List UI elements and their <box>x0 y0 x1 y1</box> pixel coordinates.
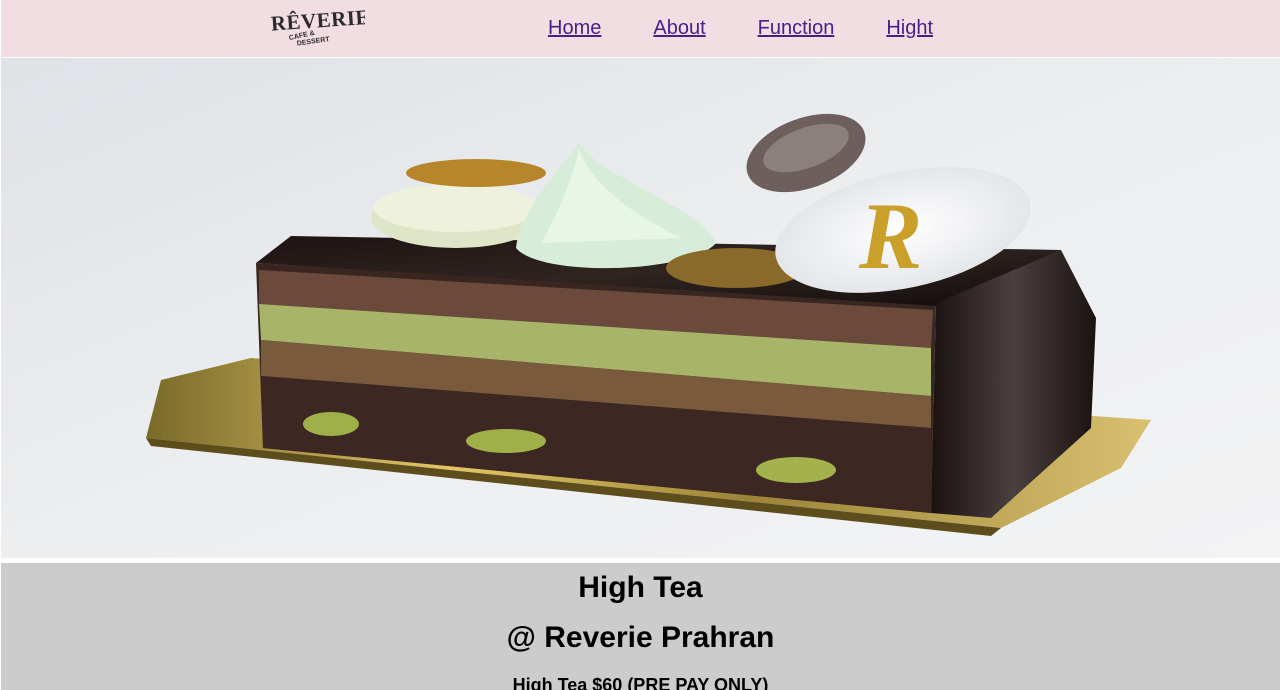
price-line: High Tea $60 (PRE PAY ONLY) <box>512 675 769 690</box>
navbar: RÊVERIE CAFE & DESSERT Home About Functi… <box>1 0 1280 57</box>
plaque-letter: R <box>858 183 922 289</box>
page-title: High Tea <box>578 571 703 604</box>
nav-function-link[interactable]: Function <box>758 16 835 40</box>
hero-banner: R <box>1 58 1280 558</box>
location-heading: @ Reverie Prahran <box>506 621 775 654</box>
info-section: High Tea @ Reverie Prahran High Tea $60 … <box>1 563 1280 690</box>
main-nav: Home About Function Hight <box>548 16 985 40</box>
nav-home-link[interactable]: Home <box>548 16 601 40</box>
reverie-logo[interactable]: RÊVERIE CAFE & DESSERT <box>269 6 365 46</box>
nav-about-link[interactable]: About <box>653 16 705 40</box>
nav-hight-link[interactable]: Hight <box>886 16 933 40</box>
svg-text:RÊVERIE: RÊVERIE <box>270 6 365 36</box>
cake-icon: R <box>1 58 1280 558</box>
